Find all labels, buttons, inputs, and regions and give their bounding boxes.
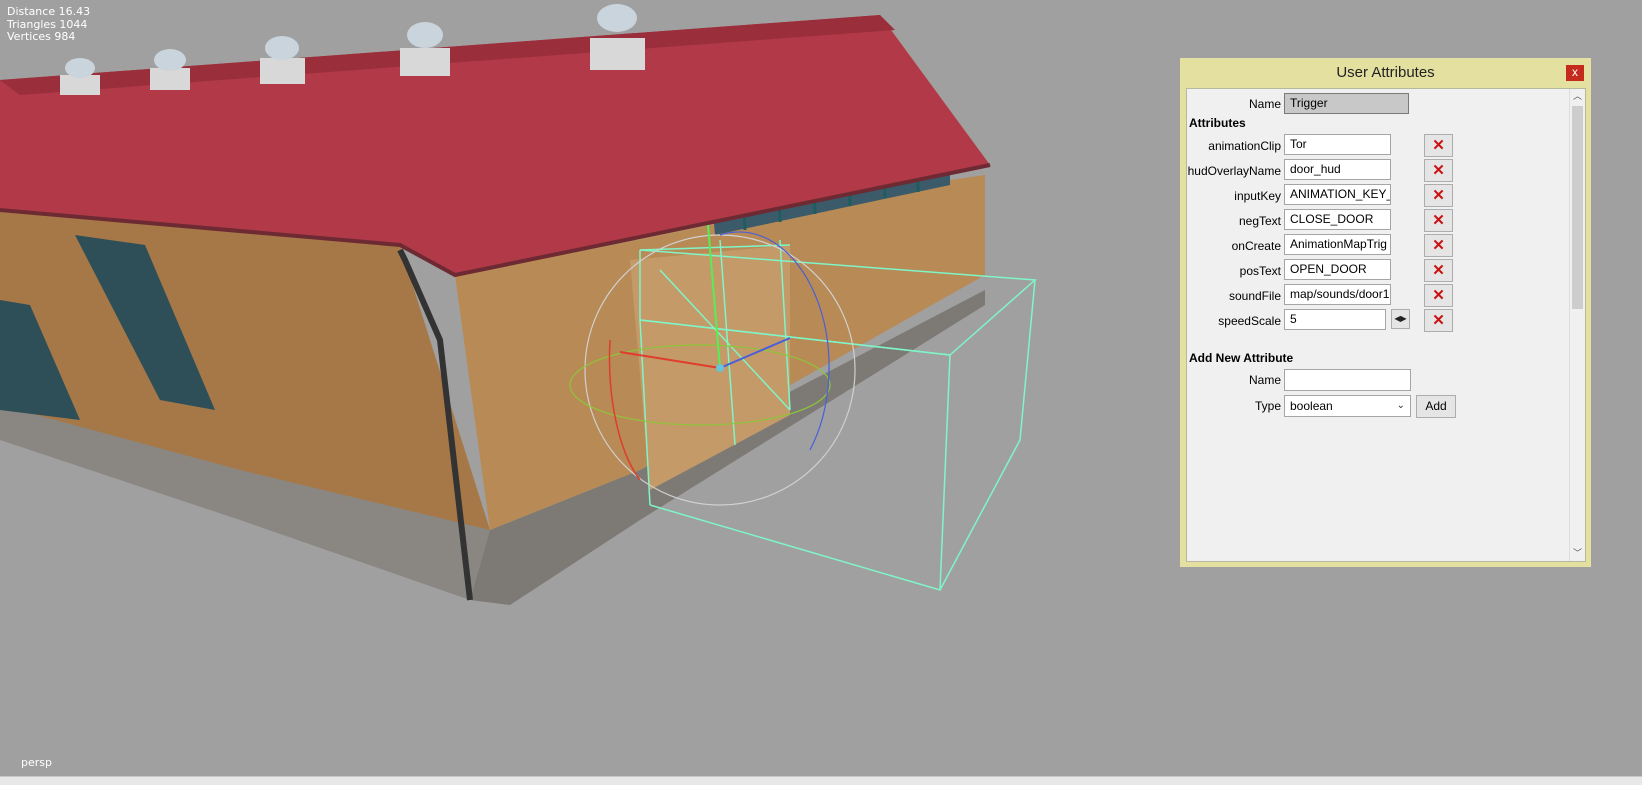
camera-label: persp	[21, 756, 52, 769]
attributes-content: Name Trigger Attributes animationClip To…	[1186, 88, 1586, 562]
delete-attribute-button[interactable]: ✕	[1424, 284, 1453, 307]
red-x-icon: ✕	[1432, 187, 1445, 204]
red-x-icon: ✕	[1432, 137, 1445, 154]
value-stepper[interactable]: ◀▶	[1391, 309, 1410, 329]
attribute-value-field[interactable]: CLOSE_DOOR	[1284, 209, 1391, 230]
window-title: User Attributes	[1336, 64, 1435, 81]
red-x-icon: ✕	[1432, 237, 1445, 254]
close-button[interactable]: x	[1566, 65, 1584, 81]
attribute-value-field[interactable]: 5	[1284, 309, 1386, 330]
red-x-icon: ✕	[1432, 262, 1445, 279]
attribute-value-field[interactable]: OPEN_DOOR	[1284, 259, 1391, 280]
attribute-label: animationClip	[1208, 139, 1281, 153]
name-field[interactable]: Trigger	[1284, 93, 1409, 114]
door-panel	[630, 245, 790, 490]
attributes-heading: Attributes	[1189, 116, 1246, 130]
red-x-icon: ✕	[1432, 312, 1445, 329]
attribute-value-field[interactable]: ANIMATION_KEY_1	[1284, 184, 1391, 205]
stepper-arrows-icon: ◀▶	[1394, 314, 1407, 323]
delete-attribute-button[interactable]: ✕	[1424, 259, 1453, 282]
delete-attribute-button[interactable]: ✕	[1424, 309, 1453, 332]
name-label: Name	[1248, 97, 1281, 111]
add-button[interactable]: Add	[1416, 395, 1456, 418]
attribute-label: posText	[1239, 264, 1281, 278]
vertices-stat: Vertices 984	[7, 30, 76, 43]
type-label: Type	[1254, 399, 1281, 413]
type-select[interactable]: boolean ⌄	[1284, 395, 1411, 417]
render-stats: Distance 16.43 Triangles 1044 Vertices 9…	[7, 5, 91, 44]
vertical-scrollbar[interactable]: ︿ ﹀	[1569, 89, 1585, 561]
chevron-down-icon: ⌄	[1396, 400, 1405, 411]
distance-stat: Distance 16.43	[7, 5, 91, 18]
user-attributes-window: User Attributes x Name Trigger Attribute…	[1180, 58, 1591, 567]
new-name-label: Name	[1248, 373, 1281, 387]
scroll-thumb[interactable]	[1572, 106, 1583, 309]
delete-attribute-button[interactable]: ✕	[1424, 234, 1453, 257]
delete-attribute-button[interactable]: ✕	[1424, 184, 1453, 207]
delete-attribute-button[interactable]: ✕	[1424, 159, 1453, 182]
delete-attribute-button[interactable]: ✕	[1424, 209, 1453, 232]
attribute-label: speedScale	[1218, 314, 1281, 328]
add-attribute-heading: Add New Attribute	[1189, 351, 1294, 365]
red-x-icon: ✕	[1432, 162, 1445, 179]
delete-attribute-button[interactable]: ✕	[1424, 134, 1453, 157]
attribute-value-field[interactable]: map/sounds/door1	[1284, 284, 1391, 305]
attribute-value-field[interactable]: AnimationMapTrig	[1284, 234, 1391, 255]
attribute-label: inputKey	[1234, 189, 1281, 203]
new-attribute-name-input[interactable]	[1284, 369, 1411, 391]
red-x-icon: ✕	[1432, 212, 1445, 229]
type-select-value: boolean	[1290, 399, 1333, 413]
attribute-label: onCreate	[1231, 239, 1281, 253]
scroll-down-icon[interactable]: ﹀	[1570, 546, 1585, 561]
attribute-label: negText	[1238, 214, 1281, 228]
attribute-value-field[interactable]: door_hud	[1284, 159, 1391, 180]
attribute-value-field[interactable]: Tor	[1284, 134, 1391, 155]
red-x-icon: ✕	[1432, 287, 1445, 304]
attribute-label: hudOverlayName	[1187, 164, 1281, 178]
scroll-up-icon[interactable]: ︿	[1570, 89, 1585, 104]
attribute-label: soundFile	[1228, 289, 1281, 303]
